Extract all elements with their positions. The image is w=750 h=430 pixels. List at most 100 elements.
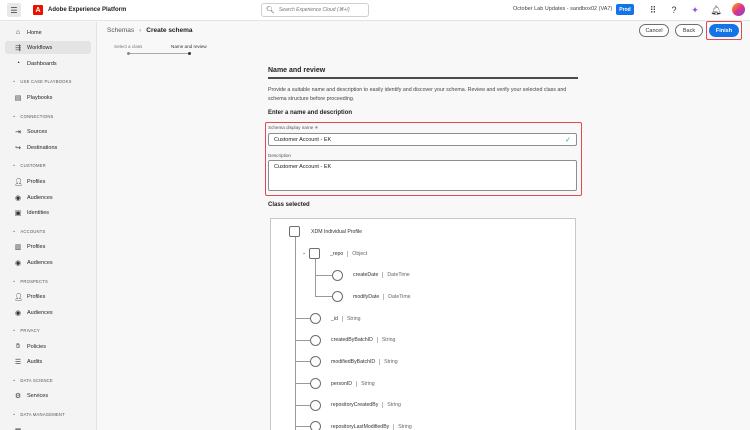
- section-customer[interactable]: ⌄ CUSTOMER: [12, 162, 46, 168]
- field-node-circle[interactable]: [310, 400, 321, 411]
- nav-label: Profiles: [27, 178, 46, 185]
- section-data-management[interactable]: ⌄ DATA MANAGEMENT: [12, 411, 65, 417]
- nav-workflows[interactable]: ⇶ Workflows: [5, 41, 91, 54]
- finish-button[interactable]: Finish: [709, 24, 739, 37]
- node-type: DateTime: [382, 272, 410, 278]
- nav-prospect-profiles[interactable]: 👤︎ Profiles: [5, 290, 91, 303]
- back-button[interactable]: Back: [675, 24, 703, 37]
- field-createdate[interactable]: createDate DateTime: [353, 271, 410, 279]
- notifications-icon[interactable]: 🔔︎: [710, 4, 722, 16]
- nav-audits[interactable]: ☰ Audits: [5, 355, 91, 368]
- nav-customer-profiles[interactable]: 👤︎ Profiles: [5, 175, 91, 188]
- section-data-science[interactable]: ⌄ DATA SCIENCE: [12, 377, 53, 383]
- nav-sources[interactable]: ⇥ Sources: [5, 125, 91, 138]
- nav-dashboards[interactable]: ◔ Dashboards: [5, 57, 91, 70]
- nav-prospect-audiences[interactable]: ◉ Audiences: [5, 306, 91, 319]
- chevron-down-icon: ⌄: [12, 377, 17, 383]
- nav-customer-audiences[interactable]: ◉ Audiences: [5, 191, 91, 204]
- field-personid[interactable]: personID String: [331, 380, 375, 388]
- section-privacy[interactable]: ⌄ PRIVACY: [12, 327, 40, 333]
- nav-schemas[interactable]: ▦: [5, 424, 91, 430]
- field-node-circle[interactable]: [310, 335, 321, 346]
- chevron-down-icon: ⌄: [12, 228, 17, 234]
- section-label: ACCOUNTS: [20, 228, 46, 234]
- app-title: Adobe Experience Platform: [48, 7, 127, 13]
- repo-node-checkbox[interactable]: [309, 248, 320, 259]
- environment-badge[interactable]: Prod: [616, 4, 634, 15]
- field-id[interactable]: _id String: [331, 315, 361, 323]
- description-label: Description: [268, 153, 291, 158]
- node-type: String: [376, 337, 395, 343]
- schema-tree: XDM Individual Profile ⌄ _repo Object cre…: [270, 218, 576, 430]
- schemas-icon: ▦: [14, 427, 22, 430]
- description-field[interactable]: Customer Account - EK: [268, 160, 577, 191]
- nav-label: Audiences: [27, 309, 53, 316]
- search-input[interactable]: [278, 7, 368, 13]
- nav-label: Destinations: [27, 144, 58, 151]
- apps-grid-icon[interactable]: ⠿: [647, 4, 659, 16]
- profile-icon: 👤︎: [14, 293, 23, 301]
- section-connections[interactable]: ⌄ CONNECTIONS: [12, 113, 54, 119]
- tree-line-root: [295, 237, 296, 430]
- root-node-checkbox[interactable]: [289, 226, 300, 237]
- audits-icon: ☰: [14, 358, 22, 366]
- nav-services[interactable]: ⚙︎ Services: [5, 389, 91, 402]
- nav-label: Policies: [27, 343, 46, 350]
- tree-line-repo: [315, 259, 316, 297]
- node-type: DateTime: [383, 294, 411, 300]
- field-createdbybatchid[interactable]: createdByBatchID String: [331, 336, 395, 344]
- nav-account-audiences[interactable]: ◉ Audiences: [5, 256, 91, 269]
- section-accounts[interactable]: ⌄ ACCOUNTS: [12, 228, 46, 234]
- field-node-circle[interactable]: [310, 378, 321, 389]
- form-description: Provide a suitable name and description …: [268, 87, 567, 102]
- field-node-circle[interactable]: [310, 421, 321, 430]
- chevron-down-icon: ⌄: [12, 162, 17, 168]
- cancel-button[interactable]: Cancel: [639, 24, 669, 37]
- nav-policies[interactable]: ✋︎ Policies: [5, 340, 91, 353]
- node-name: XDM Individual Profile: [311, 229, 363, 235]
- schema-name-field[interactable]: [268, 133, 577, 146]
- node-name: personID: [331, 381, 353, 387]
- identities-icon: ▣: [14, 209, 22, 217]
- step-dot-1: [127, 52, 130, 55]
- title-divider: [268, 77, 578, 79]
- node-type: Object: [347, 251, 367, 257]
- field-repo[interactable]: _repo Object: [330, 250, 367, 258]
- hamburger-menu-icon[interactable]: ☰: [7, 3, 21, 17]
- search-box[interactable]: 🔍︎: [261, 3, 369, 17]
- node-type: String: [341, 316, 361, 322]
- node-name: _id: [331, 316, 338, 322]
- field-node-circle[interactable]: [310, 313, 321, 324]
- field-repositorylastmodifiedby[interactable]: repositoryLastModifiedBy String: [331, 423, 412, 430]
- nav-destinations[interactable]: ↪ Destinations: [5, 141, 91, 154]
- nav-account-profiles[interactable]: ▥ Profiles: [5, 240, 91, 253]
- nav-label: Identities: [27, 209, 50, 216]
- node-name: repositoryCreatedBy: [331, 402, 379, 408]
- nav-label: Sources: [27, 128, 48, 135]
- chevron-down-icon: ⌄: [12, 411, 17, 417]
- announcements-icon[interactable]: ✦: [689, 4, 701, 16]
- node-type: String: [393, 424, 412, 430]
- field-node-circle[interactable]: [332, 291, 343, 302]
- sandbox-switcher[interactable]: October Lab Updates - sandbox02 (VA7): [513, 6, 612, 12]
- services-icon: ⚙︎: [14, 392, 22, 400]
- help-icon[interactable]: ?: [668, 4, 680, 16]
- chevron-down-icon[interactable]: ⌄: [302, 250, 306, 256]
- section-use-case-playbooks[interactable]: ⌄ USE CASE PLAYBOOKS: [12, 78, 72, 84]
- section-prospects[interactable]: ⌄ PROSPECTS: [12, 278, 48, 284]
- breadcrumb-schemas[interactable]: Schemas: [107, 27, 134, 34]
- node-name: modifiedByBatchID: [331, 359, 376, 365]
- user-avatar[interactable]: [732, 3, 745, 16]
- nav-identities[interactable]: ▣ Identities: [5, 206, 91, 219]
- nav-label: Playbooks: [27, 94, 53, 101]
- field-modifydate[interactable]: modifyDate DateTime: [353, 293, 411, 301]
- playbooks-icon: ▤: [14, 94, 22, 102]
- nav-playbooks[interactable]: ▤ Playbooks: [5, 91, 91, 104]
- field-repositorycreatedby[interactable]: repositoryCreatedBy String: [331, 401, 401, 409]
- field-node-circle[interactable]: [332, 270, 343, 281]
- node-name: createDate: [353, 272, 379, 278]
- field-node-circle[interactable]: [310, 356, 321, 367]
- nav-home[interactable]: ⌂ Home: [5, 26, 91, 39]
- field-modifiedbybatchid[interactable]: modifiedByBatchID String: [331, 358, 398, 366]
- class-selected-heading: Class selected: [268, 202, 310, 208]
